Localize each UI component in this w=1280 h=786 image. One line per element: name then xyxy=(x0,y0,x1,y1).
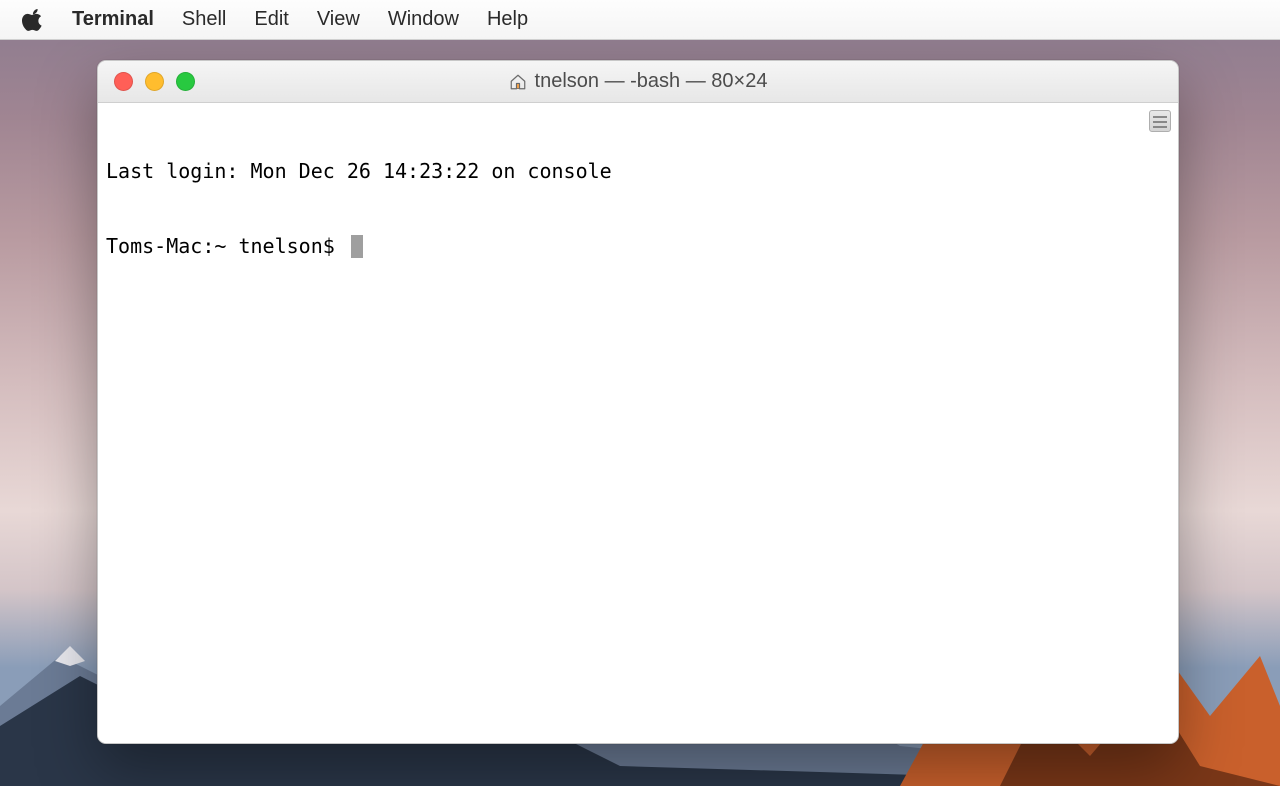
zoom-button[interactable] xyxy=(176,72,195,91)
window-titlebar[interactable]: tnelson — -bash — 80×24 xyxy=(98,61,1178,103)
terminal-cursor xyxy=(351,235,363,258)
terminal-body[interactable]: Last login: Mon Dec 26 14:23:22 on conso… xyxy=(98,103,1178,743)
menubar-item-help[interactable]: Help xyxy=(487,8,528,31)
menubar-item-edit[interactable]: Edit xyxy=(254,8,288,31)
traffic-lights xyxy=(98,72,195,91)
terminal-output-line: Last login: Mon Dec 26 14:23:22 on conso… xyxy=(106,159,1170,184)
close-button[interactable] xyxy=(114,72,133,91)
menubar-item-shell[interactable]: Shell xyxy=(182,8,226,31)
menubar-item-view[interactable]: View xyxy=(317,8,360,31)
terminal-window: tnelson — -bash — 80×24 Last login: Mon … xyxy=(97,60,1179,744)
terminal-prompt: Toms-Mac:~ tnelson$ xyxy=(106,234,347,259)
apple-menu-icon[interactable] xyxy=(22,8,44,32)
home-folder-icon xyxy=(509,73,527,91)
menubar-app-name[interactable]: Terminal xyxy=(72,8,154,31)
menubar-item-window[interactable]: Window xyxy=(388,8,459,31)
terminal-prompt-line: Toms-Mac:~ tnelson$ xyxy=(106,234,1170,259)
minimize-button[interactable] xyxy=(145,72,164,91)
scrollbar-indicator-icon xyxy=(1149,110,1171,132)
scrollbar[interactable] xyxy=(1148,109,1172,133)
system-menubar: Terminal Shell Edit View Window Help xyxy=(0,0,1280,40)
window-title: tnelson — -bash — 80×24 xyxy=(98,70,1178,93)
window-title-text: tnelson — -bash — 80×24 xyxy=(535,70,768,93)
